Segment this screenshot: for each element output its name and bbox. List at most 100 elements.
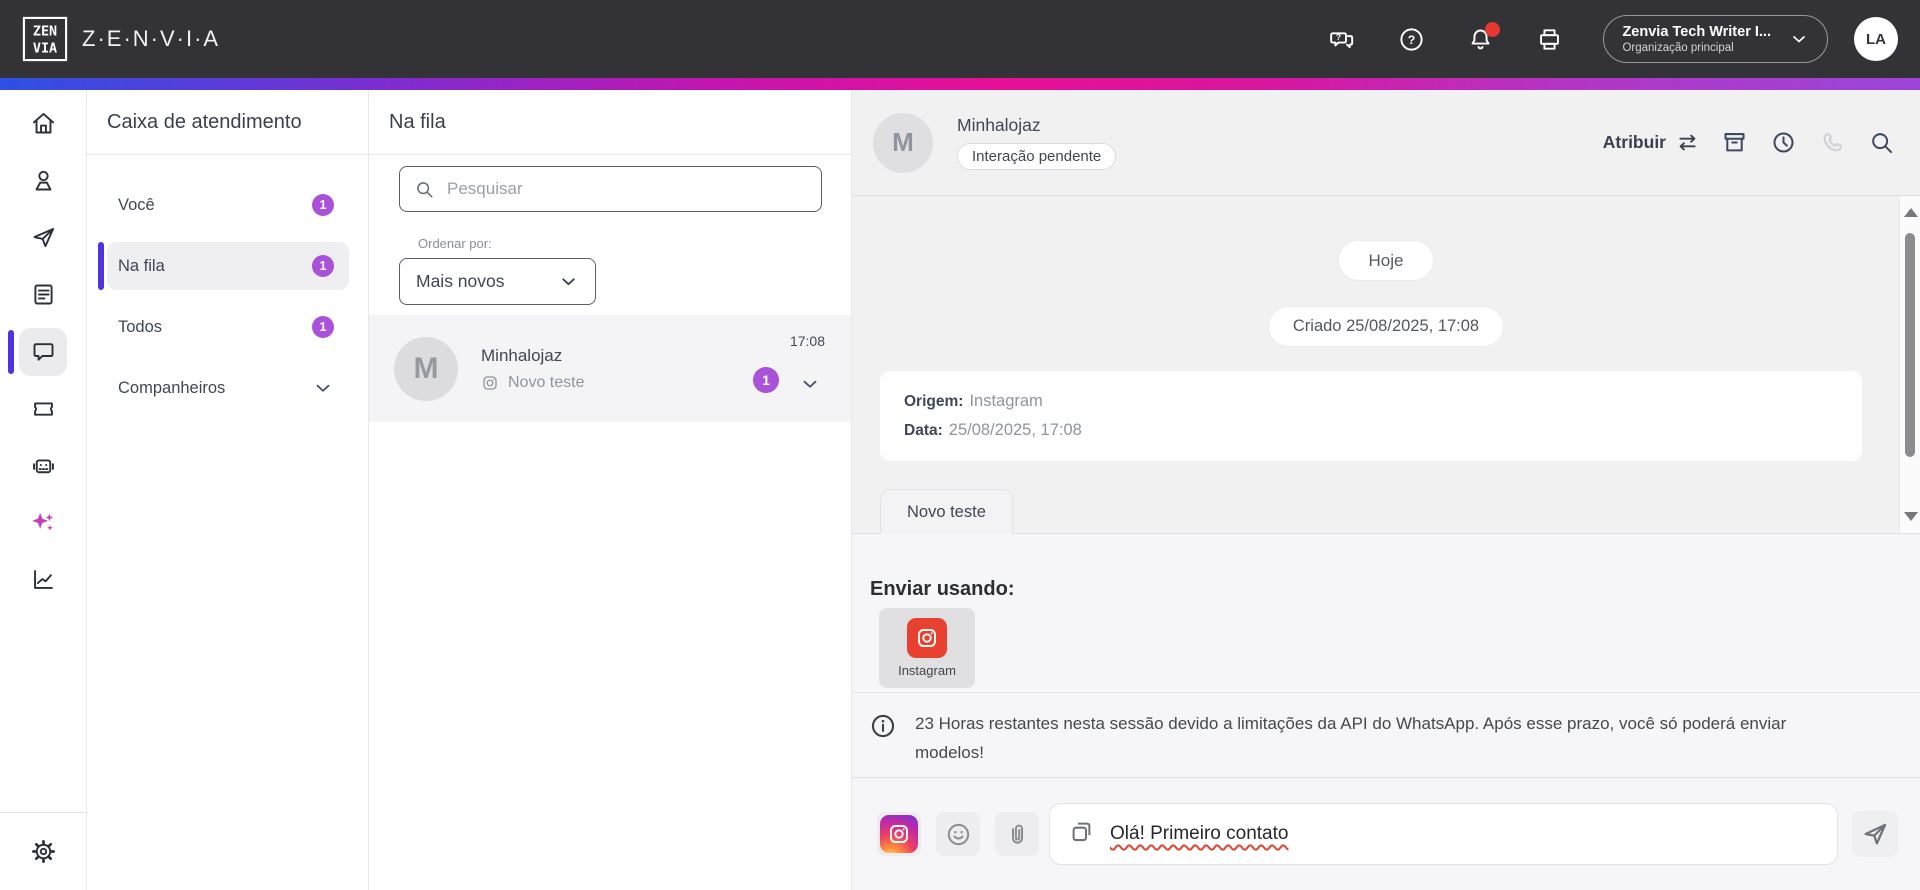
status-badge: Interação pendente xyxy=(957,143,1117,170)
chevron-down-icon xyxy=(312,377,334,399)
nav-rail xyxy=(0,90,87,890)
paperclip-icon xyxy=(1011,824,1023,844)
attachment-button[interactable] xyxy=(995,812,1039,856)
archive-icon[interactable] xyxy=(1721,129,1748,156)
chevron-down-icon xyxy=(1793,36,1805,43)
session-notice: 23 Horas restantes nesta sessão devido a… xyxy=(852,693,1920,778)
history-clock-icon[interactable] xyxy=(1770,129,1797,156)
scroll-thumb[interactable] xyxy=(1905,233,1915,457)
session-notice-text: 23 Horas restantes nesta sessão devido a… xyxy=(915,714,1787,762)
nav-reports[interactable] xyxy=(0,551,86,608)
emoji-icon xyxy=(947,823,969,845)
copy-pages-icon xyxy=(1072,822,1091,842)
svg-text:?: ? xyxy=(1408,32,1416,46)
messages-scroll[interactable]: Hoje Criado 25/08/2025, 17:08 Origem: Ins… xyxy=(852,196,1920,533)
robot-icon xyxy=(32,459,54,474)
sort-select[interactable]: Mais novos xyxy=(399,258,596,305)
date-label: Data: xyxy=(904,422,943,439)
message-area: Hoje Criado 25/08/2025, 17:08 Origem: Ins… xyxy=(852,196,1920,534)
templates-button[interactable] xyxy=(1068,818,1095,850)
inbox-panel: Caixa de atendimento Você 1 Na fila 1 To… xyxy=(87,90,369,890)
org-texts: Zenvia Tech Writer I... Organização prin… xyxy=(1622,23,1771,55)
send-icon xyxy=(1864,823,1887,845)
inbox-item-companheiros[interactable]: Companheiros xyxy=(107,364,349,412)
org-selector[interactable]: Zenvia Tech Writer I... Organização prin… xyxy=(1603,15,1828,63)
channel-toggle-instagram[interactable] xyxy=(877,812,921,856)
nav-settings[interactable] xyxy=(0,813,86,890)
scroll-down-arrow[interactable] xyxy=(1904,512,1918,521)
inbox-item-label: Você xyxy=(118,195,155,214)
conversation-avatar: M xyxy=(394,336,458,401)
printer-icon[interactable] xyxy=(1536,26,1563,53)
nav-tickets[interactable] xyxy=(0,380,86,437)
count-badge: 1 xyxy=(312,255,334,277)
nav-bot[interactable] xyxy=(0,437,86,494)
org-subtitle: Organização principal xyxy=(1622,42,1734,54)
svg-text:VIA: VIA xyxy=(33,41,57,56)
emoji-button[interactable] xyxy=(936,812,980,856)
contact-name: Minhalojaz xyxy=(957,115,1041,135)
transfer-icon xyxy=(1679,134,1696,151)
brand-wordmark: Z·E·N·V·I·A xyxy=(82,26,221,51)
nav-contacts[interactable] xyxy=(0,152,86,209)
queue-title: Na fila xyxy=(369,90,851,155)
gear-icon xyxy=(31,840,55,863)
search-conversation-icon[interactable] xyxy=(1868,129,1895,156)
conversation-preview: Novo teste xyxy=(481,374,584,392)
app-window: ZEN VIA Z·E·N·V·I·A ? ? Zenvia Tech Write… xyxy=(0,0,1920,890)
day-divider-pill: Hoje xyxy=(1337,240,1435,281)
conversation-list-item[interactable]: M Minhalojaz Novo teste 17:08 1 xyxy=(369,315,851,422)
support-chat-icon[interactable]: ? xyxy=(1329,26,1356,53)
conversation-preview-text: Novo teste xyxy=(508,373,585,391)
nav-ai-assistant[interactable] xyxy=(0,494,86,551)
document-icon xyxy=(33,284,53,305)
queue-controls: Ordenar por: Mais novos xyxy=(369,155,851,305)
inbox-item-todos[interactable]: Todos 1 xyxy=(107,303,349,351)
scroll-up-arrow[interactable] xyxy=(1904,208,1918,217)
org-name: Zenvia Tech Writer I... xyxy=(1622,24,1771,40)
message-draft-text: Olá! Primeiro contato xyxy=(1110,823,1289,844)
instagram-icon xyxy=(880,815,918,853)
inbox-item-voce[interactable]: Você 1 xyxy=(107,181,349,229)
origin-card: Origem: Instagram Data: 25/08/2025, 17:08 xyxy=(880,371,1862,461)
search-box[interactable] xyxy=(399,166,822,212)
zenvia-logo-icon[interactable]: ZEN VIA xyxy=(22,16,68,62)
chat-header: M Minhalojaz Interação pendente Atribuir xyxy=(852,90,1920,196)
count-badge: 1 xyxy=(312,194,334,216)
message-input[interactable]: Olá! Primeiro contato xyxy=(1049,803,1838,865)
inbox-item-na-fila[interactable]: Na fila 1 xyxy=(98,242,349,290)
assign-label: Atribuir xyxy=(1602,132,1666,152)
notification-dot xyxy=(1485,21,1501,37)
conversation-tab[interactable]: Novo teste xyxy=(880,489,1013,534)
help-icon[interactable]: ? xyxy=(1398,26,1425,53)
sort-label: Ordenar por: xyxy=(418,236,492,251)
chevron-down-icon xyxy=(562,278,575,286)
created-pill: Criado 25/08/2025, 17:08 xyxy=(1267,306,1505,347)
inbox-item-label: Na fila xyxy=(118,256,165,275)
search-input[interactable] xyxy=(447,179,807,199)
nav-home[interactable] xyxy=(0,95,86,152)
user-avatar[interactable]: LA xyxy=(1854,17,1898,61)
nav-posts[interactable] xyxy=(0,266,86,323)
date-value: 25/08/2025, 17:08 xyxy=(948,421,1082,439)
contact-avatar: M xyxy=(873,112,933,173)
inbox-items: Você 1 Na fila 1 Todos 1 Companheiros xyxy=(87,155,368,412)
inbox-title: Caixa de atendimento xyxy=(87,90,368,155)
channel-instagram-tile[interactable]: Instagram xyxy=(879,608,975,688)
nav-chats[interactable] xyxy=(0,323,86,380)
home-icon xyxy=(32,112,54,134)
assign-button[interactable]: Atribuir xyxy=(1603,131,1699,154)
send-button[interactable] xyxy=(1852,811,1898,857)
chat-header-actions: Atribuir xyxy=(1603,129,1895,156)
unread-badge: 1 xyxy=(753,367,779,393)
channel-label: Instagram xyxy=(898,663,956,678)
instagram-icon xyxy=(483,375,497,390)
svg-text:?: ? xyxy=(1336,32,1341,42)
info-icon xyxy=(869,712,897,740)
notifications-bell-icon[interactable] xyxy=(1467,21,1501,53)
nav-send[interactable] xyxy=(0,209,86,266)
svg-text:ZEN: ZEN xyxy=(33,25,57,40)
scrollbar[interactable] xyxy=(1899,196,1920,533)
origin-label: Origem: xyxy=(904,393,964,410)
conversation-expand-chevron-icon[interactable] xyxy=(799,373,821,395)
